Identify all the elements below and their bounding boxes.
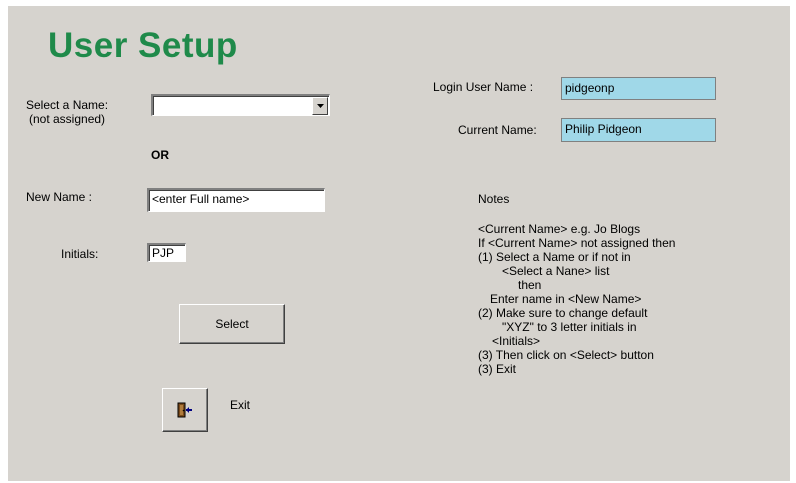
page-title: User Setup [48, 26, 238, 65]
chevron-down-icon [316, 104, 324, 108]
current-name-field: Philip Pidgeon [561, 118, 716, 142]
notes-line: <Initials> [492, 334, 541, 348]
notes-line: (2) Make sure to change default [478, 306, 648, 320]
notes-line: "XYZ" to 3 letter initials in [502, 320, 637, 334]
current-name-label: Current Name: [458, 123, 537, 137]
notes-line: <Select a Nane> list [502, 264, 610, 278]
combo-dropdown-button[interactable] [312, 97, 328, 115]
or-label: OR [151, 148, 169, 162]
notes-line: If <Current Name> not assigned then [478, 236, 676, 250]
notes-line: (3) Exit [478, 362, 517, 376]
select-button[interactable]: Select [179, 304, 285, 344]
new-name-input[interactable]: <enter Full name> [147, 188, 325, 212]
exit-label: Exit [230, 398, 251, 412]
notes-line: Enter name in <New Name> [490, 292, 642, 306]
exit-door-icon [177, 402, 192, 418]
select-name-label-line2: (not assigned) [29, 112, 106, 126]
initials-label: Initials: [61, 247, 99, 261]
select-name-combo[interactable] [151, 94, 330, 116]
notes-panel: Notes <Current Name> e.g. Jo Blogs If <C… [478, 192, 675, 376]
notes-heading: Notes [478, 192, 510, 206]
new-name-label: New Name : [26, 190, 93, 204]
login-user-name-field: pidgeonp [561, 77, 716, 100]
initials-input[interactable]: PJP [147, 243, 186, 262]
notes-line: (3) Then click on <Select> button [478, 348, 654, 362]
user-setup-form: User Setup Select a Name: (not assigned)… [8, 6, 790, 481]
notes-line: (1) Select a Name or if not in [478, 250, 631, 264]
login-user-name-label: Login User Name : [433, 80, 534, 94]
notes-line: then [518, 278, 542, 292]
exit-button[interactable] [162, 388, 208, 432]
select-name-label: Select a Name: (not assigned) [26, 98, 108, 126]
notes-line: <Current Name> e.g. Jo Blogs [478, 222, 641, 236]
select-name-label-line1: Select a Name: [26, 98, 109, 112]
